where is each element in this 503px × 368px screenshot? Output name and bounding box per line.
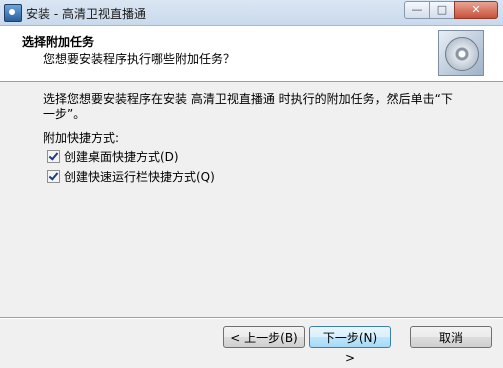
maximize-button[interactable]: □ bbox=[429, 1, 455, 19]
checkbox-label[interactable]: 创建桌面快捷方式(D) bbox=[64, 148, 179, 165]
checkbox-label[interactable]: 创建快速运行栏快捷方式(Q) bbox=[64, 168, 215, 185]
disc-icon bbox=[445, 37, 479, 71]
back-button[interactable]: < 上一步(B) bbox=[223, 326, 305, 348]
cancel-button[interactable]: 取消 bbox=[410, 326, 492, 348]
wizard-header: 选择附加任务 您想要安装程序执行哪些附加任务？ bbox=[0, 26, 503, 82]
page-subtitle: 您想要安装程序执行哪些附加任务？ bbox=[43, 52, 236, 66]
page-title: 选择附加任务 bbox=[22, 35, 95, 49]
checkbox-checked-icon[interactable] bbox=[47, 149, 60, 163]
next-button[interactable]: 下一步(N) > bbox=[309, 326, 391, 365]
desktop-shortcut-checkbox[interactable]: 创建桌面快捷方式(D) bbox=[47, 148, 179, 164]
title-bar[interactable]: 安装 - 高清卫视直播通 — □ ✕ bbox=[0, 0, 503, 26]
window-title: 安装 - 高清卫视直播通 bbox=[26, 7, 146, 21]
instruction-text: 选择您想要安装程序在安装 高清卫视直播通 时执行的附加任务，然后单击“下一步”。 bbox=[43, 92, 453, 121]
shortcut-group-label: 附加快捷方式: bbox=[43, 131, 120, 145]
minimize-button[interactable]: — bbox=[404, 1, 430, 19]
checkbox-checked-icon[interactable] bbox=[47, 169, 60, 183]
installer-app-icon bbox=[4, 4, 22, 22]
quicklaunch-shortcut-checkbox[interactable]: 创建快速运行栏快捷方式(Q) bbox=[47, 168, 215, 184]
footer-divider bbox=[0, 317, 503, 319]
cd-installer-icon bbox=[438, 30, 484, 76]
close-button[interactable]: ✕ bbox=[454, 1, 498, 19]
